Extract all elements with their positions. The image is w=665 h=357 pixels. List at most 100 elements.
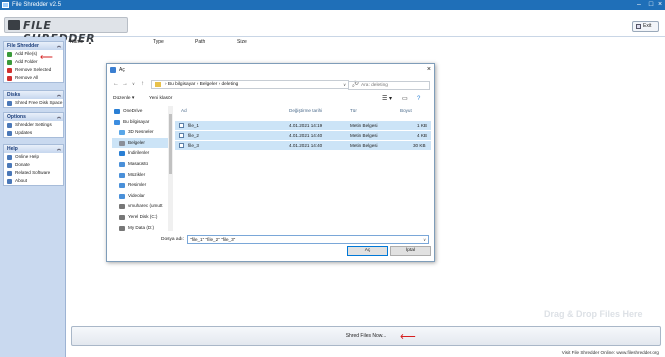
sidebar: File Shredder ︽ Add File(s) Add Folder Re… (0, 37, 66, 357)
panel-disks: Disks ︽ Shred Free Disk Space (3, 90, 64, 108)
dialog-title: Aç (119, 67, 125, 73)
close-button[interactable]: × (654, 0, 665, 10)
nav-item-pictures[interactable]: Resimler (112, 180, 168, 191)
app-header: FILE SHREDDER (0, 10, 665, 45)
file-date: 4.01.2021 14:19 (289, 123, 323, 128)
view-options-icon[interactable]: ☰ ▾ (382, 94, 392, 104)
column-size[interactable]: Size (237, 38, 247, 47)
scroll-thumb[interactable] (169, 114, 172, 174)
column-size[interactable]: Boyut (400, 108, 412, 113)
music-icon (119, 172, 125, 178)
nav-item-videos[interactable]: Videolar (112, 191, 168, 202)
forward-arrow-icon[interactable]: → (122, 78, 128, 90)
sidebar-item-shredder-settings[interactable]: Shredder Settings (4, 121, 63, 129)
title-bar: File Shredder v2.5 – □ × (0, 0, 665, 10)
nav-item-desktop[interactable]: Masaüstü (112, 159, 168, 170)
column-modified[interactable]: Değiştirme tarihi (289, 108, 322, 113)
exit-button[interactable]: Exit (632, 21, 659, 32)
sidebar-item-add-files[interactable]: Add File(s) (4, 50, 63, 58)
chevron-down-icon[interactable]: ∨ (343, 81, 346, 88)
collapse-icon[interactable]: ︽ (57, 113, 61, 121)
sidebar-item-related-software[interactable]: Related Software (4, 169, 63, 177)
file-size: 1 KB (417, 123, 427, 128)
footer[interactable]: Visit File Shredder Online: www.fileshre… (0, 349, 665, 357)
dialog-close-button[interactable]: × (427, 64, 431, 76)
column-type[interactable]: Type (153, 38, 164, 47)
address-bar[interactable]: › Bu bilgisayar › Belgeler › deleting ∨ (151, 80, 349, 89)
panel-header[interactable]: Disks ︽ (4, 91, 63, 99)
sort-icon: ▲ (88, 40, 92, 45)
file-row[interactable]: file_2 4.01.2021 14:40 Metin Belgesi 4 K… (175, 131, 431, 140)
file-checkbox[interactable] (179, 123, 184, 128)
folder-icon (155, 82, 161, 87)
app-logo: FILE SHREDDER (4, 17, 128, 45)
drag-drop-hint: Drag & Drop Files Here (544, 309, 643, 319)
organize-button[interactable]: Düzenle ▾ (113, 94, 134, 104)
help-icon[interactable]: ? (417, 94, 420, 104)
file-type: Metin Belgesi (350, 133, 378, 138)
file-name: file_2 (188, 133, 199, 138)
filename-row: Dosya adı: "file_1" "file_2" "file_3" ∨ (107, 235, 434, 245)
up-arrow-icon[interactable]: ↑ (141, 78, 144, 90)
open-button[interactable]: Aç (347, 246, 388, 256)
sidebar-item-remove-all[interactable]: Remove All (4, 74, 63, 82)
collapse-icon[interactable]: ︽ (57, 145, 61, 153)
collapse-icon[interactable]: ︽ (57, 42, 61, 50)
new-folder-button[interactable]: Yeni klasör (149, 94, 172, 104)
column-name[interactable]: Name (70, 38, 83, 47)
search-icon: ⌕ (352, 83, 355, 89)
pictures-icon (119, 183, 125, 189)
column-ad[interactable]: Ad (181, 108, 187, 113)
panel-header[interactable]: Help ︽ (4, 145, 63, 153)
nav-item-documents[interactable]: Belgeler (112, 137, 168, 149)
file-row[interactable]: file_3 4.01.2021 14:40 Metin Belgesi 30 … (175, 141, 431, 150)
collapse-icon[interactable]: ︽ (57, 91, 61, 99)
nav-item-network-drive[interactable]: vmuharec (umutt (112, 201, 168, 212)
local-disk-icon (119, 214, 125, 220)
about-icon (7, 179, 12, 184)
panel-file-shredder: File Shredder ︽ Add File(s) Add Folder Re… (3, 41, 64, 83)
shredder-logo-icon (8, 20, 20, 30)
history-dropdown-icon[interactable]: ∨ (132, 78, 135, 90)
file-checkbox[interactable] (179, 143, 184, 148)
panel-header[interactable]: File Shredder ︽ (4, 42, 63, 50)
sidebar-item-donate[interactable]: Donate (4, 161, 63, 169)
sidebar-item-updates[interactable]: Updates (4, 129, 63, 137)
nav-scrollbar[interactable] (168, 106, 173, 231)
nav-item-3d-objects[interactable]: 3D Nesneler (112, 127, 168, 138)
sidebar-item-remove-selected[interactable]: Remove Selected (4, 66, 63, 74)
sidebar-item-shred-free-space[interactable]: Shred Free Disk Space (4, 99, 63, 107)
nav-item-this-pc[interactable]: Bu bilgisayar (112, 117, 168, 128)
file-row[interactable]: file_1 4.01.2021 14:19 Metin Belgesi 1 K… (175, 121, 431, 130)
dialog-title-bar: Aç × (107, 64, 434, 76)
filename-input[interactable]: "file_1" "file_2" "file_3" ∨ (187, 235, 429, 244)
videos-icon (119, 193, 125, 199)
nav-item-music[interactable]: Müzikler (112, 170, 168, 181)
panel-help: Help ︽ Online Help Donate Related Softwar… (3, 144, 64, 186)
panel-header[interactable]: Options ︽ (4, 113, 63, 121)
search-input[interactable]: ⌕ Ara: deleting (348, 81, 430, 90)
preview-pane-icon[interactable]: ▭ (402, 94, 408, 104)
nav-item-downloads[interactable]: İndirilenler (112, 148, 168, 159)
nav-item-local-disk[interactable]: Yerel Disk (C:) (112, 212, 168, 223)
nav-item-onedrive[interactable]: OneDrive (112, 106, 168, 117)
shred-files-button[interactable]: Shred Files Now... (71, 326, 661, 346)
file-size: 4 KB (417, 133, 427, 138)
nav-item-data-disk[interactable]: My Data (D:) (112, 223, 168, 231)
cancel-button[interactable]: İptal (390, 246, 431, 256)
chevron-down-icon[interactable]: ∨ (423, 236, 426, 243)
computer-icon (114, 119, 120, 125)
open-file-dialog: Aç × ← → ∨ ↑ › Bu bilgisayar › Belgeler … (106, 63, 435, 262)
sidebar-item-about[interactable]: About (4, 177, 63, 185)
sidebar-item-online-help[interactable]: Online Help (4, 153, 63, 161)
file-date: 4.01.2021 14:40 (289, 133, 323, 138)
minimize-button[interactable]: – (633, 0, 645, 10)
donate-icon (7, 163, 12, 168)
column-type[interactable]: Tür (350, 108, 357, 113)
dialog-icon (110, 67, 116, 73)
file-checkbox[interactable] (179, 133, 184, 138)
sidebar-item-add-folder[interactable]: Add Folder (4, 58, 63, 66)
app-icon (2, 2, 9, 8)
column-path[interactable]: Path (195, 38, 205, 47)
back-arrow-icon[interactable]: ← (113, 78, 119, 90)
